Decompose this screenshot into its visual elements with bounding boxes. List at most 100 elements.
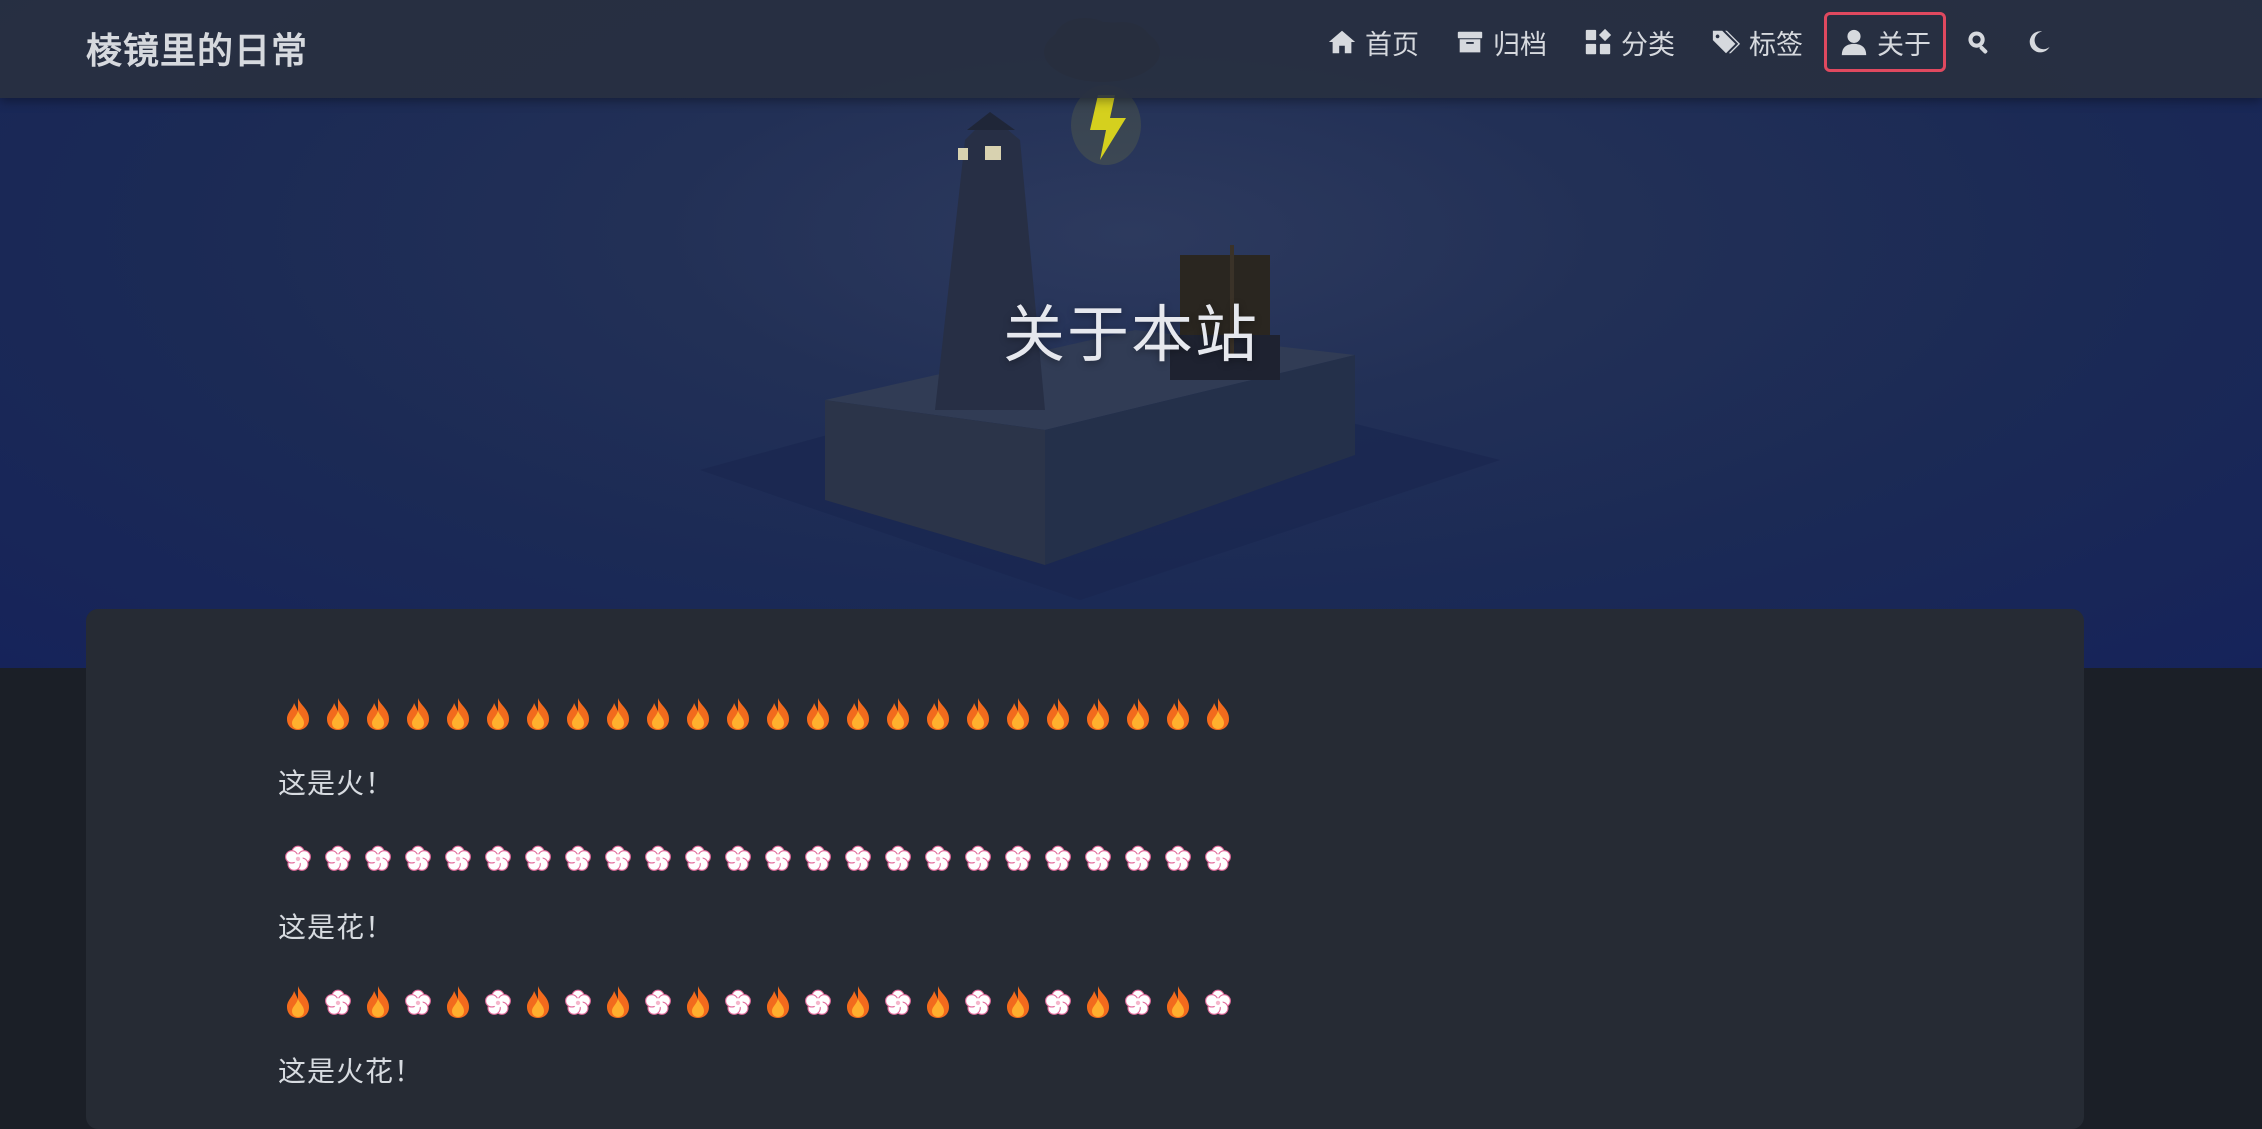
fire-emoji	[367, 986, 389, 1018]
flower-emoji	[805, 845, 831, 871]
search-button[interactable]	[1952, 12, 2006, 72]
flower-emoji	[285, 845, 311, 871]
nav-item-label: 分类	[1621, 29, 1675, 61]
fire-emoji	[927, 698, 949, 730]
flower-emoji	[1005, 845, 1031, 871]
moon-icon	[2029, 31, 2050, 53]
nav-item-tags[interactable]: 标签	[1696, 12, 1818, 72]
nav-item-label: 标签	[1749, 29, 1803, 61]
nav-item-archive[interactable]: 归档	[1440, 12, 1562, 72]
fire-emoji	[1207, 698, 1229, 730]
flower-emoji	[1205, 989, 1231, 1015]
flower-emoji	[405, 845, 431, 871]
fire-emoji	[1167, 986, 1189, 1018]
fire-emoji	[687, 698, 709, 730]
flower-emoji	[565, 845, 591, 871]
emoji-row-fire	[284, 692, 1232, 736]
flower-emoji	[1125, 989, 1151, 1015]
fire-emoji	[607, 698, 629, 730]
flower-emoji	[645, 989, 671, 1015]
home-icon	[1328, 30, 1356, 54]
page-title: 关于本站	[1002, 298, 1259, 371]
flower-emoji	[965, 989, 991, 1015]
fire-emoji	[927, 986, 949, 1018]
flower-emoji	[1085, 845, 1111, 871]
flower-emoji	[445, 845, 471, 871]
fire-emoji	[847, 986, 869, 1018]
flower-emoji	[885, 845, 911, 871]
emoji-row-alternate	[284, 980, 1232, 1024]
tags-icon	[1712, 30, 1741, 54]
flower-emoji	[965, 845, 991, 871]
nav-item-label: 关于	[1877, 29, 1931, 61]
flower-emoji	[365, 845, 391, 871]
fire-emoji	[527, 698, 549, 730]
fire-emoji	[1167, 698, 1189, 730]
flower-emoji	[405, 989, 431, 1015]
fire-emoji	[727, 698, 749, 730]
nav-item-home[interactable]: 首页	[1312, 12, 1434, 72]
fire-emoji	[1007, 986, 1029, 1018]
nav-item-label: 归档	[1493, 29, 1547, 61]
flower-emoji	[1205, 845, 1231, 871]
archive-icon	[1457, 31, 1483, 53]
flower-emoji	[1165, 845, 1191, 871]
flower-emoji	[605, 845, 631, 871]
flower-emoji	[1045, 989, 1071, 1015]
flower-emoji	[845, 845, 871, 871]
search-icon	[1968, 31, 1988, 54]
flower-emoji	[925, 845, 951, 871]
flower-emoji	[1125, 845, 1151, 871]
top-navbar: 棱镜里的日常 首页 归档 分类 标签 关于	[0, 0, 2262, 98]
paragraph: 这是花！	[278, 911, 395, 944]
fire-emoji	[1127, 698, 1149, 730]
flower-emoji	[325, 989, 351, 1015]
flower-emoji	[485, 845, 511, 871]
flower-emoji	[525, 845, 551, 871]
fire-emoji	[1007, 698, 1029, 730]
category-icon	[1585, 28, 1612, 55]
flower-emoji	[1045, 845, 1071, 871]
flower-emoji	[325, 845, 351, 871]
flower-emoji	[645, 845, 671, 871]
fire-emoji	[767, 986, 789, 1018]
flower-emoji	[485, 989, 511, 1015]
fire-emoji	[1087, 698, 1109, 730]
nav-item-about[interactable]: 关于	[1824, 12, 1946, 72]
paragraph: 这是火！	[278, 767, 395, 800]
fire-emoji	[487, 698, 509, 730]
nav-item-label: 首页	[1365, 29, 1419, 61]
fire-emoji	[287, 986, 309, 1018]
hero-banner: 关于本站	[0, 0, 2262, 668]
fire-emoji	[447, 698, 469, 730]
flower-emoji	[765, 845, 791, 871]
flower-emoji	[725, 989, 751, 1015]
nav-item-category[interactable]: 分类	[1568, 12, 1690, 72]
fire-emoji	[607, 986, 629, 1018]
user-icon	[1841, 29, 1867, 56]
fire-emoji	[407, 698, 429, 730]
theme-toggle-button[interactable]	[2012, 12, 2066, 72]
fire-emoji	[447, 986, 469, 1018]
fire-emoji	[847, 698, 869, 730]
paragraph: 这是火花！	[278, 1055, 424, 1088]
fire-emoji	[647, 698, 669, 730]
flower-emoji	[885, 989, 911, 1015]
fire-emoji	[527, 986, 549, 1018]
site-brand[interactable]: 棱镜里的日常	[86, 22, 308, 74]
flower-emoji	[685, 845, 711, 871]
fire-emoji	[367, 698, 389, 730]
fire-emoji	[807, 698, 829, 730]
fire-emoji	[567, 698, 589, 730]
flower-emoji	[565, 989, 591, 1015]
emoji-row-flower	[284, 836, 1232, 880]
fire-emoji	[1047, 698, 1069, 730]
fire-emoji	[327, 698, 349, 730]
fire-emoji	[967, 698, 989, 730]
fire-emoji	[287, 698, 309, 730]
nav-menu: 首页 归档 分类 标签 关于	[1312, 10, 2066, 74]
fire-emoji	[687, 986, 709, 1018]
fire-emoji	[767, 698, 789, 730]
fire-emoji	[1087, 986, 1109, 1018]
flower-emoji	[725, 845, 751, 871]
